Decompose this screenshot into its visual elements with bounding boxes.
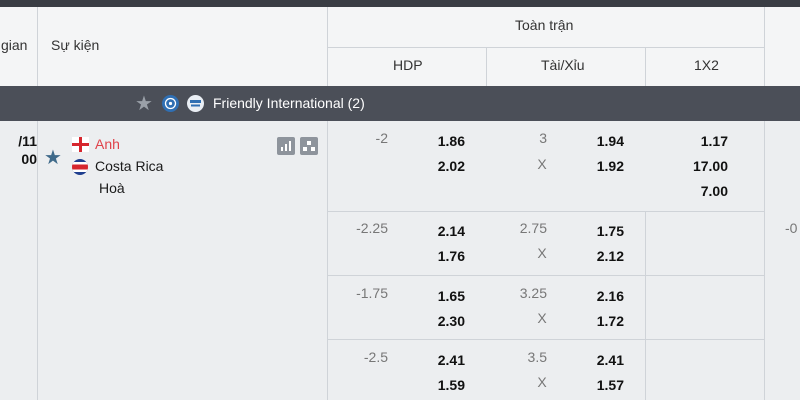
- match-time: 00: [21, 151, 37, 167]
- 1x2-home-odds[interactable]: 1.17: [678, 133, 728, 149]
- ou-x-label: X: [537, 156, 547, 172]
- column-divider: [764, 121, 765, 400]
- england-flag-icon: [72, 137, 89, 152]
- ou-line: 3.5: [527, 349, 547, 365]
- ou-under-odds[interactable]: 1.57: [574, 377, 624, 393]
- league-name[interactable]: Friendly International (2): [213, 95, 365, 111]
- 1x2-header: 1X2: [694, 57, 719, 73]
- header-divider: [486, 47, 487, 86]
- time-column: /11 00: [0, 121, 37, 400]
- ou-x-label: X: [537, 374, 547, 390]
- hdp-header: HDP: [393, 57, 423, 73]
- hdp-home-odds[interactable]: 1.65: [415, 288, 465, 304]
- header-divider: [645, 47, 646, 86]
- fulltime-header: Toàn trận: [515, 17, 574, 33]
- home-team[interactable]: Anh: [95, 136, 120, 152]
- odds-area: [328, 121, 800, 400]
- ou-x-label: X: [537, 245, 547, 261]
- globe-icon: [162, 95, 179, 112]
- league-row[interactable]: ★ Friendly International (2): [0, 86, 800, 121]
- ou-over-odds[interactable]: 2.16: [574, 288, 624, 304]
- ou-line: 3.25: [519, 285, 547, 301]
- hdp-line: -2.25: [356, 220, 388, 236]
- header-divider: [764, 7, 765, 86]
- hdp-away-odds[interactable]: 2.30: [415, 313, 465, 329]
- hdp-line: -1.75: [356, 285, 388, 301]
- header-subdivider: [328, 47, 764, 48]
- ou-line: 3: [539, 130, 547, 146]
- favorite-star-icon[interactable]: ★: [135, 91, 153, 116]
- 1x2-away-odds[interactable]: 17.00: [678, 158, 728, 174]
- ou-under-odds[interactable]: 1.92: [574, 158, 624, 174]
- hdp-home-odds[interactable]: 2.41: [415, 352, 465, 368]
- ou-x-label: X: [537, 310, 547, 326]
- odds-row-divider: [645, 211, 646, 400]
- odds-table-header: gian Sự kiện Toàn trận HDP Tài/Xỉu 1X2: [0, 7, 800, 87]
- header-divider: [37, 7, 38, 86]
- match-date: /11: [18, 133, 37, 149]
- ou-under-odds[interactable]: 1.72: [574, 313, 624, 329]
- ou-line: 2.75: [519, 220, 547, 236]
- hdp-line: -2: [375, 130, 388, 146]
- row-separator: [328, 339, 765, 340]
- hdp-away-odds[interactable]: 2.02: [415, 158, 465, 174]
- hdp-home-odds[interactable]: 1.86: [415, 133, 465, 149]
- hdp-away-odds[interactable]: 1.76: [415, 248, 465, 264]
- hdp-home-odds[interactable]: 2.14: [415, 223, 465, 239]
- partial-hdp-line: -0: [785, 220, 798, 236]
- stats-icon[interactable]: [277, 137, 295, 155]
- match-favorite-star-icon[interactable]: ★: [44, 145, 62, 170]
- event-column-header: Sự kiện: [51, 37, 100, 53]
- fifa-logo-icon: [187, 95, 204, 112]
- away-team[interactable]: Costa Rica: [95, 158, 163, 174]
- ou-under-odds[interactable]: 2.12: [574, 248, 624, 264]
- row-separator: [328, 275, 765, 276]
- ou-over-odds[interactable]: 1.94: [574, 133, 624, 149]
- over-under-header: Tài/Xỉu: [541, 57, 585, 73]
- costa-rica-flag-icon: [72, 159, 88, 175]
- ou-over-odds[interactable]: 1.75: [574, 223, 624, 239]
- row-separator: [328, 211, 765, 212]
- 1x2-draw-odds[interactable]: 7.00: [678, 183, 728, 199]
- time-column-header: gian: [1, 37, 28, 53]
- ou-over-odds[interactable]: 2.41: [574, 352, 624, 368]
- lineup-icon[interactable]: [300, 137, 318, 155]
- hdp-line: -2.5: [363, 349, 388, 365]
- draw-label: Hoà: [99, 180, 125, 196]
- top-bar: [0, 0, 800, 7]
- hdp-away-odds[interactable]: 1.59: [415, 377, 465, 393]
